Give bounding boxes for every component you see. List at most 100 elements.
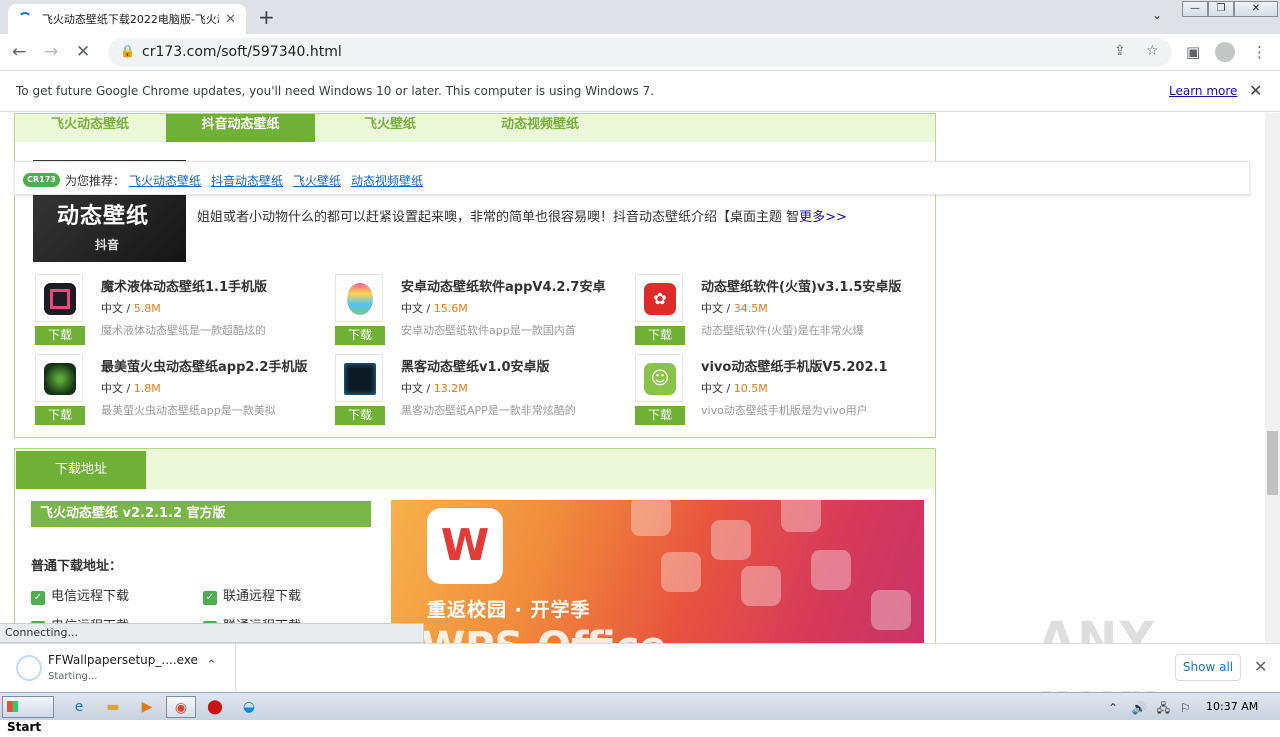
download-item[interactable]: FFWallpapersetup_....exe Starting... ⌃ (0, 644, 236, 691)
lock-icon[interactable]: 🔒 (120, 44, 135, 58)
browser-tab[interactable]: 飞火动态壁纸下载2022电脑版-飞火动态壁纸 ✕ (8, 4, 246, 34)
app-desc: 动态壁纸软件(火萤)是在非常火爆 (701, 324, 864, 337)
recommend-link[interactable]: 抖音动态壁纸 (211, 172, 283, 189)
feature-desc-text: 姐姐或者小动物什么的都可以赶紧设置起来噢，非常的简单也很容易噢！抖音动态壁纸介绍… (197, 210, 800, 225)
subtab-2[interactable]: 飞火壁纸 (315, 114, 465, 142)
app-name[interactable]: 安卓动态壁纸软件appV4.2.7安卓 (401, 276, 605, 295)
download-link-label[interactable]: 电信远程下载 (51, 589, 129, 604)
forward-icon[interactable]: → (44, 42, 58, 62)
share-icon[interactable]: ⇪ (1114, 43, 1126, 59)
app-desc: vivo动态壁纸手机版是为vivo用户 (701, 404, 868, 417)
app-name[interactable]: 最美萤火虫动态壁纸app2.2手机版 (101, 356, 307, 375)
app-size: 5.8M (133, 302, 161, 315)
download-section: 下载地址 飞火动态壁纸 v2.2.1.2 官方版 普通下载地址： ✓ 电信远程下载… (14, 448, 936, 643)
app-icon[interactable] (35, 274, 83, 322)
infobar-close-icon[interactable]: ✕ (1249, 81, 1262, 100)
app-item: 下载 黑客动态壁纸v1.0安卓版 中文 / 13.2M 黑客动态壁纸APP是一款… (331, 354, 621, 428)
chevron-up-icon[interactable]: ⌃ (206, 658, 217, 673)
restore-icon[interactable]: ❐ (1208, 1, 1234, 17)
window-controls: — ❐ ✕ (1182, 1, 1278, 17)
page-scrollbar[interactable] (1265, 113, 1280, 643)
download-address-tab[interactable]: 下载地址 (16, 451, 146, 489)
url-text[interactable]: cr173.com/soft/597340.html (142, 44, 342, 60)
app-meta: 中文 / 10.5M (701, 380, 768, 396)
app-size: 34.5M (733, 302, 768, 315)
ie-icon[interactable]: e (64, 696, 94, 718)
app-icon[interactable] (35, 354, 83, 402)
network-icon[interactable]: 🖧 (1157, 701, 1170, 715)
app-name[interactable]: 黑客动态壁纸v1.0安卓版 (401, 356, 550, 375)
new-tab-icon[interactable]: + (258, 5, 275, 29)
app-desc: 魔术液体动态壁纸是一款超酷炫的 (101, 324, 266, 337)
app-icon[interactable] (335, 274, 383, 322)
ad-tile (871, 590, 911, 630)
explorer-folder-icon[interactable]: ▬ (98, 696, 128, 718)
app-item: ☺ 下载 vivo动态壁纸手机版V5.202.1 中文 / 10.5M vivo… (631, 354, 921, 428)
thumbnail-title: 动态壁纸 (57, 204, 150, 229)
download-button[interactable]: 下载 (335, 326, 385, 345)
volume-icon[interactable]: 🔊 (1132, 701, 1147, 715)
bookmark-star-icon[interactable]: ☆ (1146, 43, 1159, 59)
subtab-3[interactable]: 动态视频壁纸 (465, 114, 615, 142)
normal-download-label: 普通下载地址： (31, 559, 123, 574)
app-meta: 中文 / 1.8M (101, 380, 161, 396)
app-item: 下载 安卓动态壁纸软件appV4.2.7安卓 中文 / 15.6M 安卓动态壁纸… (331, 274, 621, 348)
app-icon[interactable]: ✿ (635, 274, 683, 322)
stop-loading-icon[interactable]: ✕ (76, 42, 90, 62)
download-button[interactable]: 下载 (35, 406, 85, 425)
scrollbar-thumb[interactable] (1267, 431, 1278, 495)
app-name[interactable]: 魔术液体动态壁纸1.1手机版 (101, 276, 267, 295)
close-tab-icon[interactable]: ✕ (225, 12, 236, 27)
address-bar[interactable]: 🔒 cr173.com/soft/597340.html ⇪ ☆ (108, 38, 1172, 67)
recommend-link[interactable]: 飞火动态壁纸 (129, 172, 201, 189)
media-player-icon[interactable]: ▶ (132, 696, 162, 718)
wps-ad-banner[interactable]: W 重返校园 · 开学季 WPS Office (391, 500, 924, 643)
download-button[interactable]: 下载 (635, 326, 685, 345)
windows-logo-icon (7, 701, 18, 712)
subtab-0[interactable]: 飞火动态壁纸 (15, 114, 165, 142)
app-name[interactable]: 动态壁纸软件(火萤)v3.1.5安卓版 (701, 276, 901, 295)
recommend-link[interactable]: 动态视频壁纸 (351, 172, 423, 189)
download-button[interactable]: 下载 (335, 406, 385, 425)
window-close-icon[interactable]: ✕ (1234, 1, 1278, 17)
download-button[interactable]: 下载 (635, 406, 685, 425)
download-link-unicom[interactable]: ✓ 联通远程下载 (203, 585, 301, 605)
app-size: 10.5M (733, 382, 768, 395)
start-button[interactable]: Start (2, 696, 54, 734)
app-icon[interactable] (335, 354, 383, 402)
side-panel-icon[interactable]: ▣ (1186, 43, 1200, 61)
profile-avatar[interactable] (1215, 42, 1235, 62)
shelf-close-icon[interactable]: ✕ (1254, 657, 1267, 676)
tab-search-chevron-icon[interactable]: ⌄ (1152, 8, 1162, 22)
app-lang: 中文 / (401, 382, 434, 395)
taskbar-clock[interactable]: 10:37 AM (1206, 700, 1258, 713)
site-logo[interactable]: CR173 (23, 173, 60, 187)
more-link[interactable]: 更多>> (799, 210, 847, 225)
download-link-telecom[interactable]: ✓ 电信远程下载 (31, 585, 129, 605)
tray-arrow-icon[interactable]: ⌃ (1108, 701, 1118, 715)
browser-toolbar: ← → ✕ 🔒 cr173.com/soft/597340.html ⇪ ☆ ▣… (0, 34, 1280, 71)
show-all-button[interactable]: Show all (1175, 654, 1241, 681)
check-icon: ✓ (31, 591, 45, 605)
app-glyph-icon: ✿ (644, 283, 676, 315)
download-button[interactable]: 下载 (35, 326, 85, 345)
app-lang: 中文 / (101, 302, 134, 315)
app-meta: 中文 / 5.8M (101, 300, 161, 316)
edge-icon[interactable]: ◒ (234, 696, 264, 718)
system-tray: ⌃ 🔊 🖧 ⚐ (1108, 699, 1191, 720)
chrome-icon[interactable]: ◉ (166, 696, 196, 718)
learn-more-link[interactable]: Learn more (1169, 84, 1237, 98)
back-icon[interactable]: ← (12, 42, 26, 62)
app-desc: 黑客动态壁纸APP是一款非常炫酷的 (401, 404, 576, 417)
subtab-1[interactable]: 抖音动态壁纸 (166, 114, 315, 142)
logo-letter: W (440, 520, 490, 571)
minimize-icon[interactable]: — (1182, 1, 1208, 17)
recommend-link[interactable]: 飞火壁纸 (293, 172, 341, 189)
download-shelf: FFWallpapersetup_....exe Starting... ⌃ S… (0, 643, 1280, 691)
app-icon[interactable]: ☺ (635, 354, 683, 402)
download-link-label[interactable]: 联通远程下载 (223, 589, 301, 604)
app-name[interactable]: vivo动态壁纸手机版V5.202.1 (701, 356, 888, 375)
opera-icon[interactable]: ⬤ (200, 696, 230, 718)
menu-kebab-icon[interactable]: ⋮ (1252, 43, 1267, 61)
action-center-flag-icon[interactable]: ⚐ (1180, 701, 1191, 715)
